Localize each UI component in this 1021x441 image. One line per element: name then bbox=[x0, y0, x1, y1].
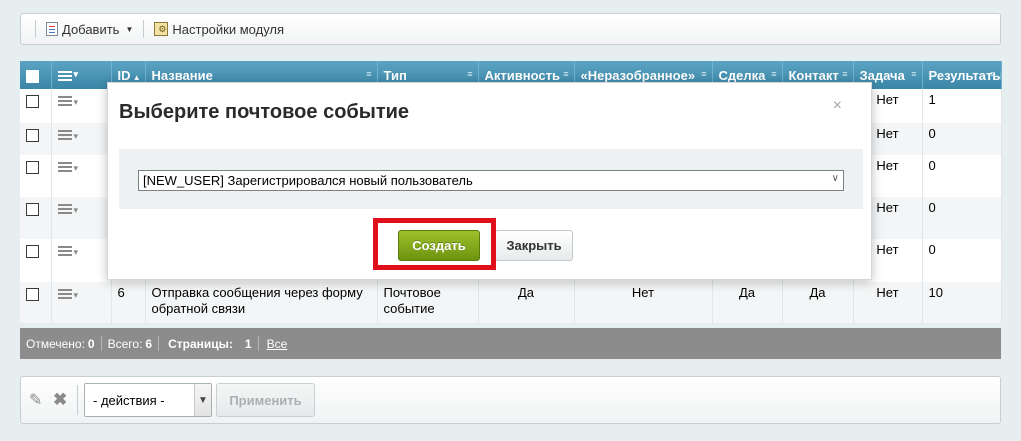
pencil-icon[interactable]: ✎ bbox=[29, 390, 47, 410]
pages-label: Страницы: bbox=[168, 336, 233, 351]
add-document-icon bbox=[46, 22, 58, 36]
row-menu-cell[interactable] bbox=[51, 197, 112, 239]
row-menu-icon[interactable] bbox=[57, 160, 78, 176]
checked-label: Отмечено: bbox=[26, 336, 85, 351]
row-checkbox-cell[interactable] bbox=[20, 155, 52, 197]
dialog-content: [NEW_USER] Зарегистрировался новый польз… bbox=[119, 149, 863, 209]
column-header-contact-label: Контакт bbox=[788, 67, 839, 83]
mail-event-select-value: [NEW_USER] Зарегистрировался новый польз… bbox=[143, 173, 473, 188]
cell-results: 0 bbox=[922, 155, 1002, 197]
module-settings-button[interactable]: Настройки модуля bbox=[148, 18, 290, 40]
cell-results: 0 bbox=[922, 123, 1002, 155]
column-menu-icon[interactable]: ≡ bbox=[467, 69, 472, 79]
column-header-name-label: Название bbox=[151, 67, 213, 83]
row-menu-cell[interactable] bbox=[51, 282, 112, 323]
add-button-label: Добавить bbox=[62, 21, 120, 37]
cell-contact: Да bbox=[782, 282, 854, 323]
actions-divider bbox=[77, 385, 78, 415]
row-menu-cell[interactable] bbox=[51, 123, 112, 155]
select-all-checkbox[interactable] bbox=[26, 69, 39, 83]
column-header-unsorted-label: «Неразобранное» bbox=[580, 67, 696, 83]
select-all-header[interactable] bbox=[20, 61, 52, 89]
cell-unsorted: Нет bbox=[574, 282, 713, 323]
cell-deal: Да bbox=[712, 282, 783, 323]
cell-id: 6 bbox=[111, 282, 146, 323]
row-menu-icon[interactable] bbox=[57, 128, 78, 144]
chevron-down-icon: ∨ bbox=[831, 173, 839, 184]
show-all-link[interactable]: Все bbox=[267, 337, 288, 351]
row-menu-header[interactable] bbox=[51, 61, 112, 89]
top-toolbar: Добавить ▼ Настройки модуля bbox=[20, 13, 1001, 45]
row-menu-cell[interactable] bbox=[51, 239, 112, 282]
row-checkbox[interactable] bbox=[26, 203, 39, 216]
actions-select[interactable]: - действия - ▼ bbox=[84, 383, 212, 417]
row-checkbox[interactable] bbox=[26, 245, 39, 258]
row-checkbox-cell[interactable] bbox=[20, 197, 52, 239]
actions-select-value: - действия - bbox=[93, 392, 165, 408]
dialog-title: Выберите почтовое событие bbox=[119, 101, 410, 123]
toolbar-divider bbox=[35, 20, 36, 38]
column-header-deal-label: Сделка bbox=[718, 67, 766, 83]
table-row[interactable]: 6 Отправка сообщения через форму обратно… bbox=[20, 282, 1002, 323]
cell-results: 10 bbox=[922, 282, 1002, 323]
close-button[interactable]: Закрыть bbox=[495, 230, 573, 261]
cell-type: Почтовое событие bbox=[377, 282, 479, 323]
cell-name: Отправка сообщения через форму обратной … bbox=[145, 282, 378, 323]
column-menu-icon[interactable]: ≡ bbox=[842, 69, 847, 79]
cell-results: 0 bbox=[922, 197, 1002, 239]
apply-button[interactable]: Применить bbox=[216, 383, 315, 417]
delete-icon[interactable]: ✖ bbox=[53, 390, 71, 410]
row-menu-cell[interactable] bbox=[51, 89, 112, 123]
close-icon[interactable]: × bbox=[833, 97, 842, 115]
row-checkbox[interactable] bbox=[26, 95, 39, 108]
footer-divider bbox=[257, 336, 259, 351]
row-checkbox[interactable] bbox=[26, 129, 39, 142]
settings-icon bbox=[154, 22, 169, 36]
row-checkbox-cell[interactable] bbox=[20, 282, 52, 323]
cell-results: 0 bbox=[922, 239, 1002, 282]
column-header-type-label: Тип bbox=[383, 67, 407, 83]
row-menu-icon[interactable] bbox=[57, 244, 78, 260]
checked-count: 0 bbox=[87, 336, 95, 351]
row-menu-cell[interactable] bbox=[51, 155, 112, 197]
mail-event-select[interactable]: [NEW_USER] Зарегистрировался новый польз… bbox=[138, 170, 844, 191]
column-menu-icon[interactable]: ≡ bbox=[771, 69, 776, 79]
total-label: Всего: bbox=[107, 336, 143, 351]
chevron-down-icon: ▼ bbox=[125, 24, 134, 34]
column-header-results[interactable]: Результаты ≡ bbox=[922, 61, 1002, 89]
column-menu-icon[interactable]: ≡ bbox=[990, 69, 995, 79]
menu-icon[interactable] bbox=[57, 69, 78, 82]
row-checkbox-cell[interactable] bbox=[20, 239, 52, 282]
group-actions-bar: ✎ ✖ - действия - ▼ Применить bbox=[20, 376, 1001, 424]
highlight-annotation bbox=[373, 218, 496, 270]
row-checkbox[interactable] bbox=[26, 288, 39, 301]
column-header-activity-label: Активность bbox=[484, 67, 560, 83]
module-settings-label: Настройки модуля bbox=[172, 21, 285, 37]
column-header-task-label: Задача bbox=[859, 67, 905, 83]
cell-activity: Да bbox=[478, 282, 575, 323]
current-page[interactable]: 1 bbox=[245, 337, 252, 351]
add-button[interactable]: Добавить ▼ bbox=[40, 18, 139, 40]
row-checkbox-cell[interactable] bbox=[20, 89, 52, 123]
footer-divider bbox=[100, 336, 102, 351]
chevron-down-icon[interactable]: ▼ bbox=[194, 384, 211, 416]
column-menu-icon[interactable]: ≡ bbox=[911, 69, 916, 79]
column-menu-icon[interactable]: ≡ bbox=[701, 69, 706, 79]
column-menu-icon[interactable]: ≡ bbox=[366, 69, 371, 79]
sort-asc-icon: ▲ bbox=[130, 72, 141, 82]
toolbar-divider bbox=[143, 20, 145, 38]
table-footer: Отмечено: 0 Всего: 6 Страницы: 1 Все bbox=[20, 328, 1001, 359]
column-menu-icon[interactable]: ≡ bbox=[563, 69, 568, 79]
row-checkbox[interactable] bbox=[26, 161, 39, 174]
column-header-id-label: ID bbox=[117, 67, 131, 83]
cell-task: Нет bbox=[853, 282, 923, 323]
row-checkbox-cell[interactable] bbox=[20, 123, 52, 155]
row-menu-icon[interactable] bbox=[57, 287, 78, 303]
row-menu-icon[interactable] bbox=[57, 202, 78, 218]
cell-results: 1 bbox=[922, 89, 1002, 123]
total-count: 6 bbox=[145, 336, 153, 351]
row-menu-icon[interactable] bbox=[57, 94, 78, 110]
footer-divider bbox=[158, 336, 160, 351]
